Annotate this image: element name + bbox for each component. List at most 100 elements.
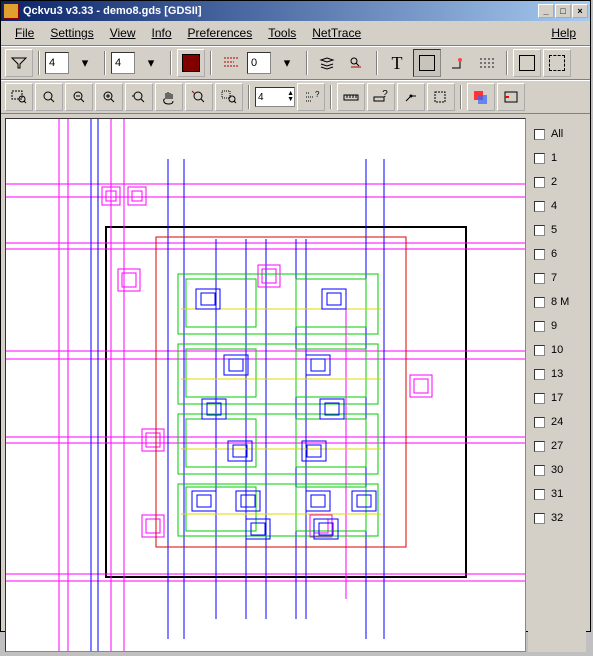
layer-label: 31 <box>551 488 563 500</box>
filter-button[interactable] <box>5 49 33 77</box>
layer-row[interactable]: 5 <box>528 218 586 242</box>
align-left-button[interactable] <box>217 49 245 77</box>
layer-row[interactable]: 24 <box>528 410 586 434</box>
layers-icon <box>318 56 336 70</box>
snap-point-button[interactable] <box>397 83 425 111</box>
dots-grid-icon <box>478 56 496 70</box>
menu-tools[interactable]: Tools <box>260 23 304 43</box>
zoom-out-icon <box>70 89 88 105</box>
checkbox-icon[interactable] <box>534 465 545 476</box>
ruler-button[interactable] <box>337 83 365 111</box>
checkbox-icon[interactable] <box>534 489 545 500</box>
layer-row[interactable]: 30 <box>528 458 586 482</box>
hand-icon <box>160 89 178 105</box>
layer-row[interactable]: 1 <box>528 146 586 170</box>
crop-icon <box>432 89 450 105</box>
input-2[interactable]: 4 <box>111 52 135 74</box>
select-edge-button[interactable] <box>497 83 525 111</box>
layer-search-button[interactable] <box>343 49 371 77</box>
gds-layout-rendering <box>6 119 526 652</box>
ruler-query-button[interactable]: ? <box>367 83 395 111</box>
layout-canvas[interactable] <box>5 118 526 652</box>
arrow-down-1[interactable]: ▾ <box>71 49 99 77</box>
layer-row[interactable]: 27 <box>528 434 586 458</box>
layer-label: 13 <box>551 368 563 380</box>
layer-row[interactable]: 7 <box>528 266 586 290</box>
layer-label: 9 <box>551 320 557 332</box>
layers-button[interactable] <box>313 49 341 77</box>
outline-mode-button[interactable] <box>413 49 441 77</box>
pan-button[interactable] <box>155 83 183 111</box>
layer-row[interactable]: 2 <box>528 170 586 194</box>
layer-row[interactable]: 4 <box>528 194 586 218</box>
checkbox-icon[interactable] <box>534 393 545 404</box>
layer-row[interactable]: 13 <box>528 362 586 386</box>
layer-row[interactable]: 9 <box>528 314 586 338</box>
app-icon <box>3 3 19 19</box>
menu-view[interactable]: View <box>102 23 144 43</box>
zoom-area-icon <box>10 89 28 105</box>
toolbar-2: 4 ▲▼ ? ? <box>1 80 590 114</box>
checkbox-icon[interactable] <box>534 249 545 260</box>
checkbox-icon[interactable] <box>534 153 545 164</box>
checkbox-icon[interactable] <box>534 345 545 356</box>
nesting-level-input[interactable]: 4 ▲▼ <box>255 87 295 107</box>
layer-row[interactable]: 17 <box>528 386 586 410</box>
minimize-button[interactable]: _ <box>538 4 554 18</box>
layer-label: 30 <box>551 464 563 476</box>
menu-preferences[interactable]: Preferences <box>180 23 261 43</box>
checkbox-icon[interactable] <box>534 369 545 380</box>
input-3[interactable]: 0 <box>247 52 271 74</box>
close-button[interactable]: × <box>572 4 588 18</box>
spinner-arrows-icon[interactable]: ▲▼ <box>287 91 294 103</box>
checkbox-icon[interactable] <box>534 225 545 236</box>
checkbox-icon[interactable] <box>534 177 545 188</box>
snap-icon <box>402 89 420 105</box>
zoom-area-button[interactable] <box>5 83 33 111</box>
zoom-selection-button[interactable] <box>215 83 243 111</box>
menu-file[interactable]: File <box>7 23 42 43</box>
checkbox-icon[interactable] <box>534 441 545 452</box>
zoom-window-button[interactable] <box>185 83 213 111</box>
layer-row[interactable]: 10 <box>528 338 586 362</box>
layer-label: 1 <box>551 152 557 164</box>
checkbox-icon[interactable] <box>534 321 545 332</box>
layer-row[interactable]: 6 <box>528 242 586 266</box>
overlay-icon <box>472 89 490 105</box>
zoom-in-button[interactable] <box>95 83 123 111</box>
fill-color-button[interactable] <box>177 49 205 77</box>
layer-label: 17 <box>551 392 563 404</box>
checkbox-icon[interactable] <box>534 273 545 284</box>
layer-row[interactable]: 31 <box>528 482 586 506</box>
zoom-fit-button[interactable] <box>35 83 63 111</box>
zoom-out-button[interactable] <box>65 83 93 111</box>
checkbox-icon[interactable] <box>534 129 545 140</box>
menu-info[interactable]: Info <box>144 23 180 43</box>
corner-snap-button[interactable] <box>443 49 471 77</box>
layer-label: 27 <box>551 440 563 452</box>
text-tool-button[interactable]: T <box>383 49 411 77</box>
menu-nettrace[interactable]: NetTrace <box>304 23 369 43</box>
layer-row[interactable]: 8 M <box>528 290 586 314</box>
zoom-fit-icon <box>40 89 58 105</box>
checkbox-icon[interactable] <box>534 297 545 308</box>
zoom-prev-button[interactable] <box>125 83 153 111</box>
layer-row[interactable]: 32 <box>528 506 586 530</box>
checkbox-icon[interactable] <box>534 513 545 524</box>
layer-search-icon <box>348 56 366 70</box>
menu-settings[interactable]: Settings <box>42 23 101 43</box>
arrow-down-3[interactable]: ▾ <box>273 49 301 77</box>
rect-fill-button[interactable] <box>513 49 541 77</box>
layer-all-row[interactable]: All <box>528 122 586 146</box>
menu-help[interactable]: Help <box>543 23 584 43</box>
input-1[interactable]: 4 <box>45 52 69 74</box>
checkbox-icon[interactable] <box>534 201 545 212</box>
grid-dots-button[interactable] <box>473 49 501 77</box>
arrow-down-2[interactable]: ▾ <box>137 49 165 77</box>
color-overlay-button[interactable] <box>467 83 495 111</box>
maximize-button[interactable]: □ <box>555 4 571 18</box>
hierarchy-button[interactable]: ? <box>297 83 325 111</box>
crop-button[interactable] <box>427 83 455 111</box>
marquee-button[interactable] <box>543 49 571 77</box>
checkbox-icon[interactable] <box>534 417 545 428</box>
